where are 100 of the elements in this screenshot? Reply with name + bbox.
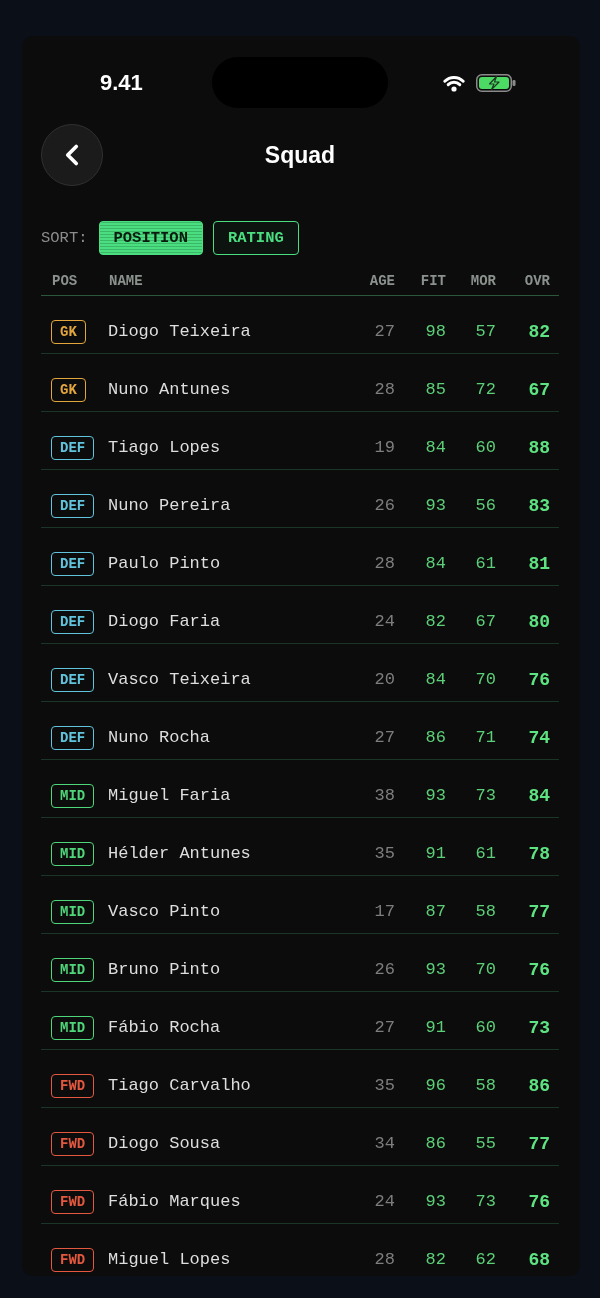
fitness-value: 93 (425, 495, 446, 517)
fitness-value: 96 (425, 1075, 446, 1097)
player-name: Nuno Antunes (108, 379, 231, 401)
player-name: Miguel Faria (108, 785, 231, 807)
position-badge: GK (51, 378, 86, 402)
age-value: 26 (374, 959, 395, 981)
overall-value: 76 (528, 1191, 550, 1213)
player-name: Tiago Lopes (108, 437, 221, 459)
morale-value: 57 (475, 321, 496, 343)
overall-value: 78 (528, 843, 550, 865)
fitness-value: 86 (425, 727, 446, 749)
morale-value: 60 (475, 1017, 496, 1039)
sort-option[interactable]: RATING (212, 221, 299, 255)
fitness-value: 93 (425, 785, 446, 807)
column-header: POS (52, 273, 78, 290)
morale-value: 70 (475, 959, 496, 981)
position-badge: FWD (51, 1248, 95, 1272)
position-badge: MID (51, 900, 95, 924)
morale-value: 61 (475, 553, 496, 575)
fitness-value: 84 (425, 553, 446, 575)
column-header: OVR (524, 273, 550, 290)
column-header: AGE (369, 273, 395, 290)
position-badge: DEF (51, 494, 95, 518)
fitness-value: 82 (425, 1249, 446, 1271)
position-badge: MID (51, 958, 95, 982)
morale-value: 60 (475, 437, 496, 459)
fitness-value: 93 (425, 959, 446, 981)
battery-charging-icon (476, 73, 516, 92)
fitness-value: 85 (425, 379, 446, 401)
overall-value: 86 (528, 1075, 550, 1097)
column-header: MOR (470, 273, 496, 290)
position-badge: DEF (51, 668, 95, 692)
column-header: NAME (109, 273, 143, 290)
fitness-value: 82 (425, 611, 446, 633)
overall-value: 81 (528, 553, 550, 575)
fitness-value: 87 (425, 901, 446, 923)
morale-value: 55 (475, 1133, 496, 1155)
player-name: Tiago Carvalho (108, 1075, 251, 1097)
position-badge: MID (51, 1016, 95, 1040)
age-value: 35 (374, 843, 395, 865)
player-name: Diogo Sousa (108, 1133, 221, 1155)
age-value: 17 (374, 901, 395, 923)
sort-option[interactable]: POSITION (98, 221, 203, 255)
age-value: 24 (374, 611, 395, 633)
position-badge: MID (51, 784, 95, 808)
overall-value: 77 (528, 1133, 550, 1155)
morale-value: 58 (475, 1075, 496, 1097)
morale-value: 58 (475, 901, 496, 923)
age-value: 28 (374, 379, 395, 401)
morale-value: 73 (475, 1191, 496, 1213)
fitness-value: 86 (425, 1133, 446, 1155)
position-badge: GK (51, 320, 86, 344)
age-value: 28 (374, 553, 395, 575)
wifi-icon (442, 73, 466, 92)
player-name: Vasco Teixeira (108, 669, 251, 691)
sort-label: SORT: (41, 229, 88, 247)
morale-value: 61 (475, 843, 496, 865)
player-name: Nuno Rocha (108, 727, 211, 749)
age-value: 28 (374, 1249, 395, 1271)
morale-value: 70 (475, 669, 496, 691)
morale-value: 72 (475, 379, 496, 401)
position-badge: DEF (51, 552, 95, 576)
morale-value: 71 (475, 727, 496, 749)
age-value: 26 (374, 495, 395, 517)
overall-value: 77 (528, 901, 550, 923)
fitness-value: 84 (425, 669, 446, 691)
player-name: Fábio Rocha (108, 1017, 221, 1039)
player-name: Miguel Lopes (108, 1249, 231, 1271)
overall-value: 76 (528, 959, 550, 981)
overall-value: 67 (528, 379, 550, 401)
age-value: 20 (374, 669, 395, 691)
position-badge: MID (51, 842, 95, 866)
position-badge: DEF (51, 610, 95, 634)
screen-title: Squad (264, 141, 336, 169)
age-value: 38 (374, 785, 395, 807)
morale-value: 67 (475, 611, 496, 633)
position-badge: DEF (51, 436, 95, 460)
player-name: Nuno Pereira (108, 495, 231, 517)
overall-value: 88 (528, 437, 550, 459)
fitness-value: 93 (425, 1191, 446, 1213)
overall-value: 82 (528, 321, 550, 343)
player-name: Fábio Marques (108, 1191, 241, 1213)
player-name: Diogo Faria (108, 611, 221, 633)
fitness-value: 98 (425, 321, 446, 343)
overall-value: 68 (528, 1249, 550, 1271)
morale-value: 56 (475, 495, 496, 517)
position-badge: FWD (51, 1190, 95, 1214)
fitness-value: 84 (425, 437, 446, 459)
overall-value: 76 (528, 669, 550, 691)
player-name: Paulo Pinto (108, 553, 221, 575)
position-badge: FWD (51, 1132, 95, 1156)
morale-value: 62 (475, 1249, 496, 1271)
overall-value: 84 (528, 785, 550, 807)
age-value: 27 (374, 727, 395, 749)
position-badge: DEF (51, 726, 95, 750)
overall-value: 83 (528, 495, 550, 517)
status-time: 9.41 (100, 69, 143, 96)
age-value: 19 (374, 437, 395, 459)
morale-value: 73 (475, 785, 496, 807)
player-name: Diogo Teixeira (108, 321, 251, 343)
